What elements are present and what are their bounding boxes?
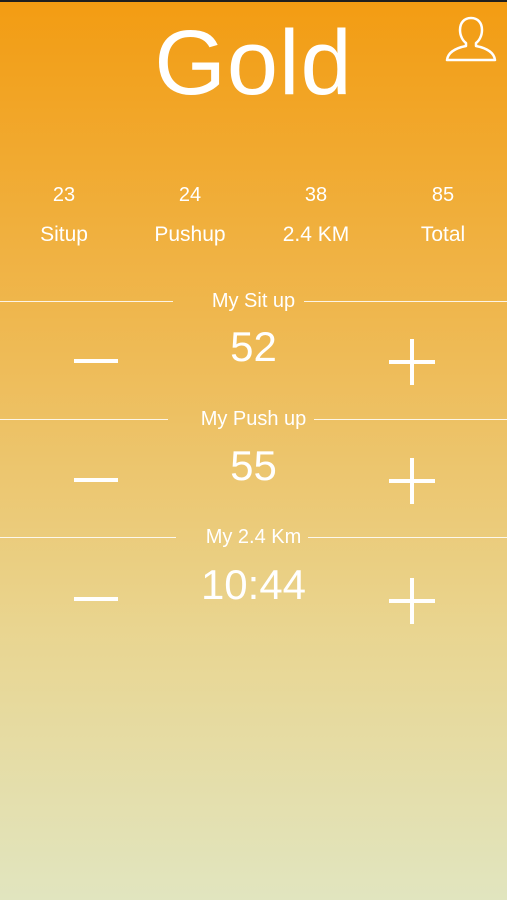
- divider: [308, 537, 507, 538]
- stat-total-label: Total: [420, 223, 466, 246]
- situp-minus-button[interactable]: [74, 359, 118, 363]
- top-edge: [0, 0, 507, 2]
- stat-pushup: 24 Pushup: [127, 180, 253, 250]
- user-silhouette-icon: [445, 16, 497, 62]
- stat-pushup-label: Pushup: [154, 223, 226, 246]
- pushup-section: My Push up 55: [0, 405, 507, 515]
- pushup-minus-button[interactable]: [74, 478, 118, 482]
- divider: [314, 419, 507, 420]
- divider: [304, 301, 507, 302]
- stat-situp-value: 23: [52, 184, 76, 206]
- stat-situp: 23 Situp: [1, 180, 127, 250]
- stat-pushup-value: 24: [178, 184, 202, 206]
- stat-run-label: 2.4 KM: [282, 223, 350, 246]
- stat-run-value: 38: [304, 184, 328, 206]
- situp-section: My Sit up 52: [0, 287, 507, 397]
- profile-icon[interactable]: [444, 12, 498, 66]
- run-section: My 2.4 Km 10:44: [0, 523, 507, 633]
- level-title: Gold: [154, 12, 353, 114]
- pushup-header: My Push up: [0, 405, 507, 435]
- stat-total-value: 85: [431, 184, 455, 206]
- run-header: My 2.4 Km: [0, 523, 507, 553]
- run-minus-button[interactable]: [74, 597, 118, 601]
- stat-run: 38 2.4 KM: [253, 180, 379, 250]
- stat-situp-label: Situp: [40, 223, 88, 246]
- run-plus-button[interactable]: [389, 578, 435, 624]
- score-summary: 23 Situp 24 Pushup 38 2.4 KM 85 Total: [0, 180, 507, 260]
- situp-header: My Sit up: [0, 287, 507, 317]
- pushup-plus-button[interactable]: [389, 458, 435, 504]
- situp-plus-button[interactable]: [389, 339, 435, 385]
- stat-total: 85 Total: [380, 180, 506, 250]
